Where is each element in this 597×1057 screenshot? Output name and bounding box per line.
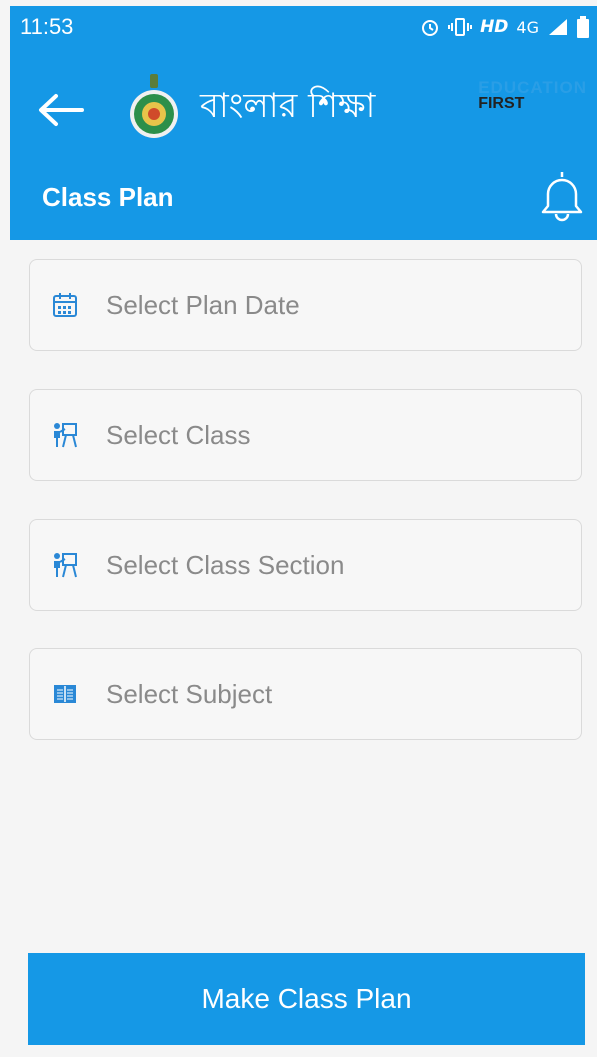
battery-icon bbox=[577, 16, 589, 38]
make-class-plan-button[interactable]: Make Class Plan bbox=[28, 953, 585, 1045]
vibrate-icon bbox=[448, 18, 473, 36]
class-field[interactable]: Select Class bbox=[29, 389, 582, 481]
government-emblem-icon bbox=[130, 74, 178, 138]
network-hd: HD bbox=[480, 17, 509, 37]
app-brand-name: বাংলার শিক্ষা bbox=[200, 86, 376, 126]
status-bar: 11:53 HD 4G bbox=[10, 6, 597, 50]
page-title: Class Plan bbox=[42, 182, 174, 212]
plan-date-placeholder: Select Plan Date bbox=[106, 290, 300, 320]
status-time: 11:53 bbox=[20, 14, 74, 39]
app-bar: বাংলার শিক্ষা EDUCATION FIRST Class Plan bbox=[10, 50, 597, 240]
teacher-board-icon bbox=[54, 423, 77, 448]
signal-icon bbox=[549, 19, 567, 35]
subject-field[interactable]: Select Subject bbox=[29, 648, 582, 740]
teacher-board-icon bbox=[54, 553, 77, 578]
education-first-line2: FIRST bbox=[478, 95, 525, 112]
education-first-logo: EDUCATION FIRST bbox=[478, 78, 587, 112]
back-arrow-icon[interactable] bbox=[36, 90, 86, 130]
alarm-icon bbox=[422, 20, 439, 36]
class-section-field[interactable]: Select Class Section bbox=[29, 519, 582, 611]
notification-bell-icon[interactable] bbox=[539, 168, 585, 222]
class-placeholder: Select Class bbox=[106, 420, 251, 450]
book-icon bbox=[54, 685, 76, 703]
status-icons: HD 4G bbox=[420, 16, 589, 38]
calendar-icon bbox=[53, 293, 77, 317]
education-first-line1: EDUCATION bbox=[478, 78, 587, 97]
network-type: 4G bbox=[516, 17, 539, 37]
subject-placeholder: Select Subject bbox=[106, 679, 273, 709]
plan-date-field[interactable]: Select Plan Date bbox=[29, 259, 582, 351]
class-section-placeholder: Select Class Section bbox=[106, 550, 345, 580]
